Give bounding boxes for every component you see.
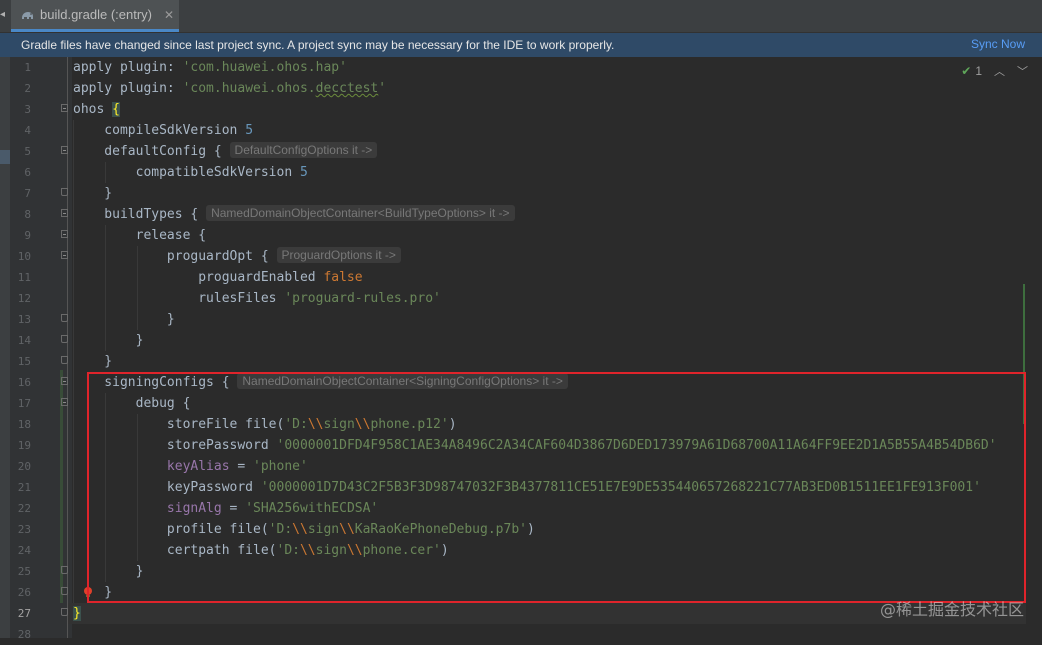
code-text: release { — [73, 228, 207, 243]
code-text: } — [73, 354, 113, 369]
number-literal: 5 — [245, 123, 254, 138]
fold-end-icon[interactable] — [61, 314, 68, 322]
code-line: 7 } — [10, 183, 1042, 204]
code-text: proguardEnabled — [73, 270, 324, 285]
code-line: 5 defaultConfig { DefaultConfigOptions i… — [10, 141, 1042, 162]
line-number: 19 — [17, 439, 31, 452]
code-text: compileSdkVersion — [73, 123, 246, 138]
code-text: } — [73, 312, 175, 327]
string-literal: 'proguard-rules.pro' — [284, 291, 441, 306]
line-number: 11 — [17, 271, 31, 284]
line-number: 24 — [17, 544, 31, 557]
code-text: } — [73, 186, 113, 201]
gradle-sync-notification: Gradle files have changed since last pro… — [0, 33, 1042, 57]
code-text: apply plugin: — [73, 60, 183, 75]
fold-end-icon[interactable] — [61, 335, 68, 343]
line-number: 1 — [24, 61, 31, 74]
fold-end-icon[interactable] — [61, 587, 68, 595]
line-number: 21 — [17, 481, 31, 494]
code-text: buildTypes { — [73, 207, 207, 222]
fold-toggle-icon[interactable] — [61, 230, 68, 238]
fold-toggle-icon[interactable] — [61, 377, 68, 385]
typo-underlined-text: decctest — [315, 81, 379, 96]
string-literal: 'com.huawei.ohos. — [182, 81, 316, 96]
line-number: 26 — [17, 586, 31, 599]
sync-now-link[interactable]: Sync Now — [971, 37, 1025, 51]
line-number: 20 — [17, 460, 31, 473]
line-number: 8 — [24, 208, 31, 221]
line-number: 17 — [17, 397, 31, 410]
string-literal: ' — [378, 81, 387, 96]
line-number: 12 — [17, 292, 31, 305]
code-text: apply plugin: — [73, 81, 183, 96]
line-number: 23 — [17, 523, 31, 536]
line-number: 14 — [17, 334, 31, 347]
line-number: 10 — [17, 250, 31, 263]
tab-scroll-left-icon[interactable]: ◂ — [0, 9, 5, 20]
code-line: 9 release { — [10, 225, 1042, 246]
line-number: 6 — [24, 166, 31, 179]
line-number: 28 — [17, 628, 31, 641]
fold-end-icon[interactable] — [61, 566, 68, 574]
boolean-literal: false — [323, 270, 363, 285]
parameter-hint: NamedDomainObjectContainer<BuildTypeOpti… — [206, 205, 515, 221]
line-number: 18 — [17, 418, 31, 431]
code-line: 3 ohos { — [10, 99, 1042, 120]
tool-window-strip — [0, 57, 10, 638]
editor-tab-bar: ◂ build.gradle (:entry) ✕ — [0, 0, 1042, 33]
matched-brace: } — [73, 606, 81, 621]
code-text: ohos — [73, 102, 113, 117]
number-literal: 5 — [299, 165, 308, 180]
code-line: 8 buildTypes { NamedDomainObjectContaine… — [10, 204, 1042, 225]
line-number: 25 — [17, 565, 31, 578]
line-number: 13 — [17, 313, 31, 326]
code-line: 6 compatibleSdkVersion 5 — [10, 162, 1042, 183]
code-text: proguardOpt { — [73, 249, 277, 264]
code-text: } — [73, 333, 144, 348]
annotation-highlight-box — [87, 372, 1026, 603]
code-text: compatibleSdkVersion — [73, 165, 300, 180]
fold-end-icon[interactable] — [61, 608, 68, 616]
watermark: @稀土掘金技术社区 — [879, 600, 1024, 619]
line-number: 9 — [24, 229, 31, 242]
tab-close-icon[interactable]: ✕ — [164, 8, 174, 22]
code-line: 4 compileSdkVersion 5 — [10, 120, 1042, 141]
parameter-hint: ProguardOptions it -> — [276, 247, 401, 263]
code-text: rulesFiles — [73, 291, 285, 306]
code-text: defaultConfig { — [73, 144, 230, 159]
line-number: 27 — [17, 607, 31, 620]
line-number: 4 — [24, 124, 31, 137]
fold-toggle-icon[interactable] — [61, 146, 68, 154]
fold-toggle-icon[interactable] — [61, 209, 68, 217]
code-line: 28 — [10, 624, 1042, 645]
code-line: 10 proguardOpt { ProguardOptions it -> — [10, 246, 1042, 267]
line-number: 15 — [17, 355, 31, 368]
code-line: 14 } — [10, 330, 1042, 351]
line-number: 5 — [24, 145, 31, 158]
code-line: 2 apply plugin: 'com.huawei.ohos.decctes… — [10, 78, 1042, 99]
fold-toggle-icon[interactable] — [61, 251, 68, 259]
gradle-elephant-icon — [22, 11, 33, 19]
fold-end-icon[interactable] — [61, 356, 68, 364]
fold-end-icon[interactable] — [61, 188, 68, 196]
code-line: 11 proguardEnabled false — [10, 267, 1042, 288]
fold-toggle-icon[interactable] — [61, 104, 68, 112]
string-literal: 'com.huawei.ohos.hap' — [182, 60, 347, 75]
line-number: 7 — [24, 187, 31, 200]
code-line: 15 } — [10, 351, 1042, 372]
line-number: 16 — [17, 376, 31, 389]
tab-label: build.gradle (:entry) — [40, 7, 152, 22]
line-number: 3 — [24, 103, 31, 116]
code-line: 12 rulesFiles 'proguard-rules.pro' — [10, 288, 1042, 309]
line-number: 22 — [17, 502, 31, 515]
code-line: 13 } — [10, 309, 1042, 330]
matched-brace: { — [112, 102, 120, 117]
parameter-hint: DefaultConfigOptions it -> — [229, 142, 378, 158]
tab-build-gradle[interactable]: build.gradle (:entry) ✕ — [11, 0, 179, 32]
code-line: 1 apply plugin: 'com.huawei.ohos.hap' — [10, 57, 1042, 78]
fold-toggle-icon[interactable] — [61, 398, 68, 406]
line-number: 2 — [24, 82, 31, 95]
notification-message: Gradle files have changed since last pro… — [21, 38, 615, 52]
